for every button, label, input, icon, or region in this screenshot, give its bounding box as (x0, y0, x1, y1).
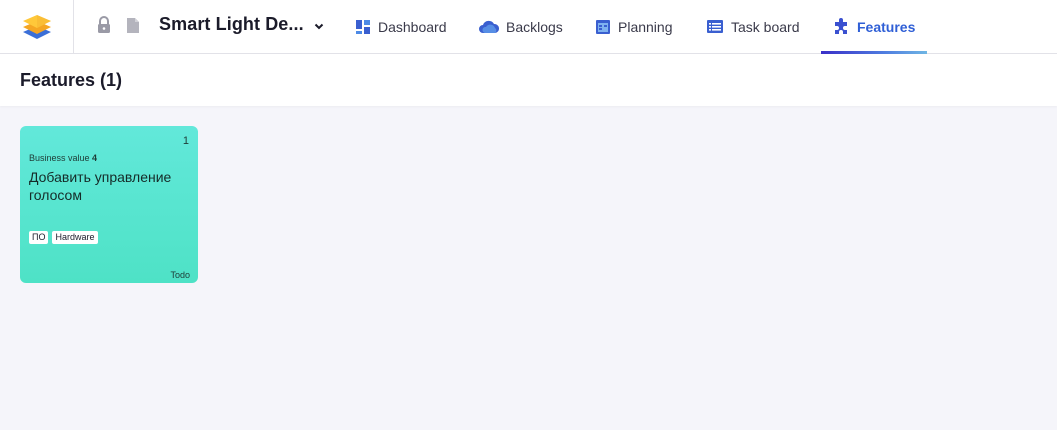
layers-logo-icon (22, 14, 51, 39)
tab-planning[interactable]: Planning (595, 0, 673, 53)
features-icon (835, 17, 847, 34)
business-value-number: 4 (92, 153, 98, 163)
top-navigation-bar: Smart Light De... Dashboard Backlogs Pla… (0, 0, 1057, 54)
taskboard-icon (707, 20, 723, 33)
feature-tags: ПО Hardware (29, 231, 98, 244)
tab-dashboard[interactable]: Dashboard (355, 0, 447, 53)
page-header: Features (1) (0, 54, 1057, 106)
tab-planning-label: Planning (618, 18, 673, 35)
backlogs-icon (479, 20, 499, 33)
business-value: Business value 4 (29, 153, 97, 163)
chevron-down-icon[interactable] (313, 20, 325, 32)
tab-backlogs[interactable]: Backlogs (479, 0, 563, 53)
tab-task-board-label: Task board (731, 18, 800, 35)
feature-status: Todo (170, 270, 190, 280)
feature-number: 1 (182, 135, 189, 147)
feature-card[interactable]: 1 Business value 4 Добавить управление г… (20, 126, 198, 283)
tab-dashboard-label: Dashboard (378, 18, 447, 35)
tab-features-label: Features (857, 18, 916, 35)
app-logo[interactable] (0, 0, 74, 53)
page-title: Features (1) (20, 70, 123, 90)
document-icon[interactable] (126, 17, 140, 34)
tab-features[interactable]: Features (821, 0, 927, 54)
lock-icon[interactable] (96, 16, 112, 34)
dashboard-icon (356, 19, 370, 34)
tag-software[interactable]: ПО (29, 231, 49, 244)
tag-hardware[interactable]: Hardware (52, 231, 98, 244)
feature-title: Добавить управление голосом (29, 169, 172, 203)
tab-task-board[interactable]: Task board (706, 0, 799, 53)
tab-backlogs-label: Backlogs (506, 18, 563, 35)
project-title[interactable]: Smart Light De... (159, 14, 304, 35)
business-value-label: Business value (29, 153, 93, 163)
planning-icon (596, 19, 610, 34)
